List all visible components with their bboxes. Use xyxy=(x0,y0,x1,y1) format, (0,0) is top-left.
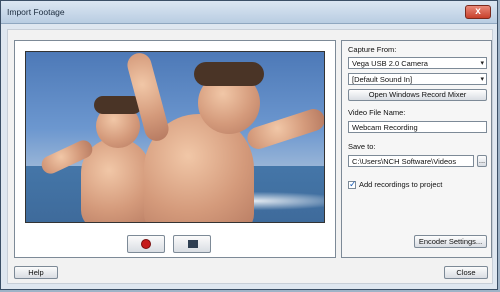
window-close-button[interactable]: x xyxy=(465,5,491,19)
add-recordings-label: Add recordings to project xyxy=(359,180,443,189)
chevron-down-icon: ▾ xyxy=(480,60,484,67)
audio-device-select[interactable]: [Default Sound In] ▾ xyxy=(348,73,487,85)
video-file-name-label: Video File Name: xyxy=(348,108,406,117)
video-file-name-input[interactable]: Webcam Recording xyxy=(348,121,487,133)
add-recordings-checkbox[interactable]: ✓ xyxy=(348,179,357,189)
checkmark-icon: ✓ xyxy=(349,179,357,189)
stop-icon xyxy=(188,240,198,248)
close-button[interactable]: Close xyxy=(444,266,488,279)
recording-controls xyxy=(127,235,257,257)
video-device-value: Vega USB 2.0 Camera xyxy=(352,59,428,68)
video-preview xyxy=(25,51,325,223)
browse-save-location-button[interactable]: ... xyxy=(477,155,487,167)
video-preview-panel xyxy=(14,40,336,258)
preview-child-right-hair xyxy=(194,62,264,86)
encoder-settings-button[interactable]: Encoder Settings... xyxy=(414,235,487,248)
audio-device-value: [Default Sound In] xyxy=(352,75,413,84)
save-to-value: C:\Users\NCH Software\Videos xyxy=(352,157,457,166)
title-bar: Import Footage x xyxy=(1,1,497,24)
preview-child-left-hair xyxy=(94,96,142,114)
window-title: Import Footage xyxy=(7,7,65,17)
capture-from-label: Capture From: xyxy=(348,45,397,54)
video-device-select[interactable]: Vega USB 2.0 Camera ▾ xyxy=(348,57,487,69)
record-icon xyxy=(141,239,151,249)
open-windows-record-mixer-button[interactable]: Open Windows Record Mixer xyxy=(348,89,487,101)
stop-button[interactable] xyxy=(173,235,211,253)
dialog-client-area: Capture From: Vega USB 2.0 Camera ▾ [Def… xyxy=(7,29,493,284)
record-button[interactable] xyxy=(127,235,165,253)
chevron-down-icon: ▾ xyxy=(480,76,484,83)
import-footage-window: Import Footage x Capture From: Vega USB … xyxy=(0,0,498,290)
save-to-input[interactable]: C:\Users\NCH Software\Videos xyxy=(348,155,474,167)
help-button[interactable]: Help xyxy=(14,266,58,279)
save-to-label: Save to: xyxy=(348,142,376,151)
video-file-name-value: Webcam Recording xyxy=(352,123,418,132)
capture-settings-panel: Capture From: Vega USB 2.0 Camera ▾ [Def… xyxy=(341,40,492,258)
